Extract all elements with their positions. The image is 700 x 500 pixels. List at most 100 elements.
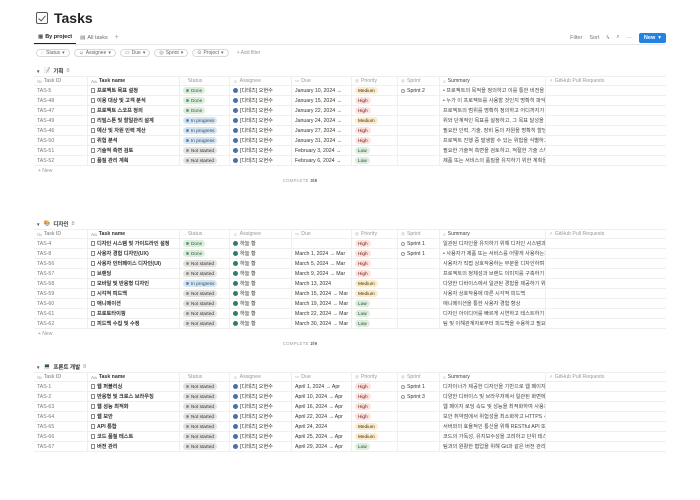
assignee-cell[interactable]: 하늘 황 xyxy=(230,299,292,308)
github-pr-cell[interactable] xyxy=(546,269,666,278)
group-header[interactable]: ▼ 💻 프론트 개발 8 xyxy=(34,362,666,372)
column-header-gh[interactable]: ↗ GitHub Pull Requests xyxy=(546,373,666,381)
assignee-cell[interactable]: 하늘 황 xyxy=(230,289,292,298)
assignee-cell[interactable]: [디테즈] 오현수 xyxy=(230,382,292,391)
status-cell[interactable]: Not started xyxy=(180,382,230,391)
due-date[interactable] xyxy=(292,239,352,248)
priority-cell[interactable]: Low xyxy=(352,146,398,155)
column-header-priority[interactable]: ◎ Priority xyxy=(352,230,398,238)
assignee-cell[interactable]: 하늘 황 xyxy=(230,319,292,328)
summary-text[interactable]: 프로젝트 진행 중 발생할 수 있는 위험을 식별하고, 그에 xyxy=(440,136,546,145)
status-cell[interactable]: Not started xyxy=(180,146,230,155)
due-date[interactable]: January 27, 2024 → xyxy=(292,126,352,135)
priority-cell[interactable]: Low xyxy=(352,442,398,451)
task-name[interactable]: 웹 성능 최적화 xyxy=(88,402,180,411)
priority-cell[interactable]: High xyxy=(352,136,398,145)
due-date[interactable]: April 25, 2024 → Apr xyxy=(292,432,352,441)
priority-cell[interactable]: Medium xyxy=(352,422,398,431)
column-header-assignee[interactable]: ☺ Assignee xyxy=(230,77,292,85)
table-row[interactable]: TAS-56 사용자 인터페이스 디자인(UI) Not started 하늘 황 Ma… xyxy=(34,259,666,269)
assignee-cell[interactable]: 하늘 황 xyxy=(230,269,292,278)
github-pr-cell[interactable] xyxy=(546,279,666,288)
summary-text[interactable]: 디자인 아이디어를 빠르게 시연하고 테스트하기 위한 프 xyxy=(440,309,546,318)
task-name[interactable]: 반응형 및 크로스 브라우징 xyxy=(88,392,180,401)
status-cell[interactable]: Done xyxy=(180,106,230,115)
table-row[interactable]: TAS-58 모바일 및 반응형 디자인 In progress 하늘 황 March … xyxy=(34,279,666,289)
sprint-cell[interactable] xyxy=(398,269,440,278)
summary-text[interactable]: 보안 취약점에서 위험성을 최소화하고 HTTPS 사용, 입 xyxy=(440,412,546,421)
table-row[interactable]: TAS-62 피드백 수집 및 수정 Not started 하늘 황 March 30… xyxy=(34,319,666,329)
table-row[interactable]: TAS-4 디자인 시스템 및 가이드라인 설정 Done 하늘 황 High Sprin… xyxy=(34,239,666,249)
sprint-cell[interactable] xyxy=(398,319,440,328)
sprint-cell[interactable] xyxy=(398,136,440,145)
task-name[interactable]: 위험 분석 xyxy=(88,136,180,145)
column-header-id[interactable]: № Task ID xyxy=(34,230,88,238)
caret-down-icon[interactable]: ▼ xyxy=(36,365,40,370)
priority-cell[interactable]: High xyxy=(352,96,398,105)
task-name[interactable]: 이용 대상 및 고객 분석 xyxy=(88,96,180,105)
status-cell[interactable]: Not started xyxy=(180,422,230,431)
github-pr-cell[interactable] xyxy=(546,116,666,125)
priority-cell[interactable]: High xyxy=(352,382,398,391)
assignee-cell[interactable]: [디테즈] 오현수 xyxy=(230,432,292,441)
priority-cell[interactable]: Medium xyxy=(352,289,398,298)
priority-cell[interactable]: High xyxy=(352,259,398,268)
table-row[interactable]: TAS-1 웹 퍼블리싱 Not started [디테즈] 오현수 April 1, … xyxy=(34,382,666,392)
due-date[interactable]: March 30, 2024 → Mar xyxy=(292,319,352,328)
summary-text[interactable]: 코드의 가독성, 유지보수성을 고려하고 단위 테스트 및 통 xyxy=(440,432,546,441)
priority-cell[interactable]: Low xyxy=(352,156,398,165)
column-header-name[interactable]: Aa Task name xyxy=(88,373,180,381)
github-pr-cell[interactable] xyxy=(546,126,666,135)
due-date[interactable]: January 24, 2024 → xyxy=(292,116,352,125)
due-date[interactable]: March 5, 2024 → Mar xyxy=(292,259,352,268)
search-icon[interactable]: ⌕ xyxy=(616,34,619,41)
sprint-cell[interactable] xyxy=(398,96,440,105)
column-header-status[interactable]: ◌ Status xyxy=(180,373,230,381)
github-pr-cell[interactable] xyxy=(546,392,666,401)
sprint-cell[interactable] xyxy=(398,279,440,288)
status-cell[interactable]: In progress xyxy=(180,279,230,288)
sprint-cell[interactable]: Sprint 1 xyxy=(398,239,440,248)
github-pr-cell[interactable] xyxy=(546,106,666,115)
filter-project[interactable]: ⊙ Project ▾ xyxy=(192,49,229,57)
task-name[interactable]: 예산 및 자원 인력 계산 xyxy=(88,126,180,135)
more-icon[interactable]: ··· xyxy=(626,35,632,41)
caret-down-icon[interactable]: ▼ xyxy=(36,222,40,227)
task-name[interactable]: 리밀스톤 및 할일관리 설계 xyxy=(88,116,180,125)
status-cell[interactable]: In progress xyxy=(180,136,230,145)
summary-text[interactable]: 팀 및 이해관계자로부터 피드백을 수용하고 필요한 경우 xyxy=(440,319,546,328)
table-row[interactable]: TAS-65 API 통합 Not started [디테즈] 오현수 April 24… xyxy=(34,422,666,432)
summary-text[interactable]: • 사용자가 제품 또는 서비스를 어떻게 사용하는지 분석 xyxy=(440,249,546,258)
summary-text[interactable]: 프로젝트의 범위를 명확히 정의하고 어디까지가 포함되는 xyxy=(440,106,546,115)
github-pr-cell[interactable] xyxy=(546,96,666,105)
assignee-cell[interactable]: [디테즈] 오현수 xyxy=(230,86,292,95)
task-name[interactable]: 디자인 시스템 및 가이드라인 설정 xyxy=(88,239,180,248)
priority-cell[interactable]: High xyxy=(352,249,398,258)
due-date[interactable]: March 1, 2024 → Mar xyxy=(292,249,352,258)
due-date[interactable]: February 3, 2024 → xyxy=(292,146,352,155)
due-date[interactable]: February 6, 2024 → xyxy=(292,156,352,165)
filter-assignee[interactable]: ☺ Assignee ▾ xyxy=(73,49,116,57)
priority-cell[interactable]: High xyxy=(352,392,398,401)
due-date[interactable]: January 22, 2024 → xyxy=(292,106,352,115)
sort-button[interactable]: Sort xyxy=(589,35,599,41)
priority-cell[interactable]: Low xyxy=(352,309,398,318)
due-date[interactable]: March 13, 2024 xyxy=(292,279,352,288)
sprint-cell[interactable]: Sprint 3 xyxy=(398,392,440,401)
summary-text[interactable]: 위와 단계적인 목표를 설정하고, 그 목표 달성을 위한 일 xyxy=(440,116,546,125)
table-row[interactable]: TAS-51 기술적 측면 검토 Not started [디테즈] 오현수 Febru… xyxy=(34,146,666,156)
github-pr-cell[interactable] xyxy=(546,86,666,95)
status-cell[interactable]: Not started xyxy=(180,319,230,328)
priority-cell[interactable]: Medium xyxy=(352,86,398,95)
assignee-cell[interactable]: [디테즈] 오현수 xyxy=(230,146,292,155)
summary-text[interactable]: 웹 페이지 로딩 속도 및 성능을 최적화하여 사용자 경험을 xyxy=(440,402,546,411)
status-cell[interactable]: Done xyxy=(180,86,230,95)
due-date[interactable]: April 16, 2024 → Apr xyxy=(292,402,352,411)
github-pr-cell[interactable] xyxy=(546,442,666,451)
table-row[interactable]: TAS-49 리밀스톤 및 할일관리 설계 In progress [디테즈] 오현수… xyxy=(34,116,666,126)
assignee-cell[interactable]: [디테즈] 오현수 xyxy=(230,422,292,431)
task-name[interactable]: 프로젝트 목표 설정 xyxy=(88,86,180,95)
sprint-cell[interactable] xyxy=(398,422,440,431)
summary-text[interactable]: 애니메이션을 통한 사용자 경험 향상 xyxy=(440,299,546,308)
summary-text[interactable]: • 누가 이 프로젝트를 사용할 것인지 명확히 파악하고 대 xyxy=(440,96,546,105)
